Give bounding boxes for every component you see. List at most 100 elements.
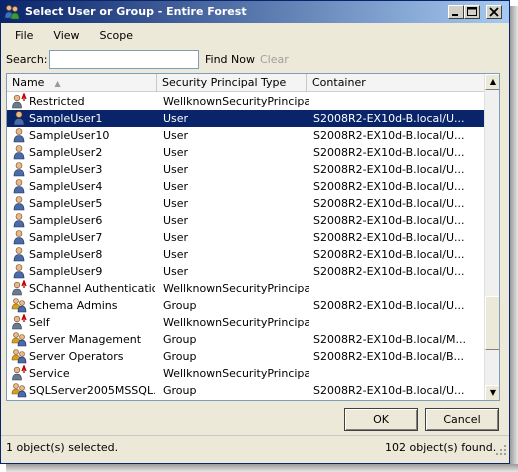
list-item[interactable]: SampleUser2 User S2008R2-EX10d-B.local/U..… [7,144,484,161]
row-type: WellknownSecurityPrincipal [163,316,309,329]
row-container: S2008R2-EX10d-B.local/U... [313,214,465,227]
list-item[interactable]: SampleUser8 User S2008R2-EX10d-B.local/U..… [7,246,484,263]
list-item[interactable]: SampleUser6 User S2008R2-EX10d-B.local/U..… [7,212,484,229]
user-icon [13,179,25,194]
window-shadow-bottom [6,464,518,472]
scroll-down-button[interactable]: ▼ [485,385,499,400]
row-type: User [163,163,189,176]
row-container: S2008R2-EX10d-B.local/U... [313,265,465,278]
row-name: SampleUser6 [29,214,103,227]
row-name: Server Operators [29,350,124,363]
list-item[interactable]: SampleUser1 User S2008R2-EX10d-B.local/U..… [7,110,484,127]
list-item[interactable]: SChannel Authentication WellknownSecurity… [7,280,484,297]
row-type: User [163,197,189,210]
row-name: Self [29,316,50,329]
row-name: SQLServer2005MSSQL... [29,384,155,397]
status-bar: 1 object(s) selected. 102 object(s) foun… [1,435,509,457]
list-item[interactable]: SQLServer2005MSOLAP... Group S2008R2-EX10d… [7,399,484,401]
wellknown-principal-icon [12,280,27,296]
menu-file[interactable]: File [5,29,43,42]
row-type: User [163,231,189,244]
list-item[interactable]: SampleUser3 User S2008R2-EX10d-B.local/U..… [7,161,484,178]
row-container: S2008R2-EX10d-B.local/U... [313,399,483,400]
maximize-button[interactable] [464,5,480,19]
list-item[interactable]: Server Operators Group S2008R2-EX10d-B.loc… [7,348,484,365]
minimize-button[interactable] [448,5,464,19]
row-type: WellknownSecurityPrincipal [163,367,309,380]
list-item[interactable]: Restricted WellknownSecurityPrincipal [7,93,484,110]
row-container: S2008R2-EX10d-B.local/U... [313,384,465,397]
row-container: S2008R2-EX10d-B.local/B... [313,350,465,363]
column-header-type[interactable]: Security Principal Type [157,74,307,92]
title-bar[interactable]: Select User or Group - Entire Forest [1,1,509,23]
column-header-container[interactable]: Container [307,74,484,92]
row-type: Group [163,333,197,346]
results-list[interactable]: Name ▲ Security Principal Type Container … [6,73,500,401]
row-container: S2008R2-EX10d-B.local/U... [313,129,465,142]
row-type: WellknownSecurityPrincipal [163,282,309,295]
row-type: Group [163,299,197,312]
user-icon [13,196,25,211]
list-item[interactable]: Service WellknownSecurityPrincipal [7,365,484,382]
list-item[interactable]: SampleUser9 User S2008R2-EX10d-B.local/U..… [7,263,484,280]
user-icon [13,230,25,245]
row-type: User [163,265,189,278]
list-item[interactable]: Server Management Group S2008R2-EX10d-B.lo… [7,331,484,348]
row-container: S2008R2-EX10d-B.local/U... [313,180,465,193]
column-header-name[interactable]: Name ▲ [7,74,157,92]
row-container: S2008R2-EX10d-B.local/U... [313,197,465,210]
row-type: User [163,214,189,227]
find-now-button[interactable]: Find Now [205,53,255,66]
row-container: S2008R2-EX10d-B.local/U... [313,231,465,244]
row-name: SampleUser1 [29,112,103,125]
close-icon [489,7,499,17]
row-container: S2008R2-EX10d-B.local/U... [313,146,465,159]
group-icon [11,349,27,364]
list-item[interactable]: SampleUser7 User S2008R2-EX10d-B.local/U..… [7,229,484,246]
user-icon [13,145,25,160]
list-item[interactable]: SampleUser10 User S2008R2-EX10d-B.local/U.… [7,127,484,144]
menu-scope[interactable]: Scope [90,29,144,42]
row-container [313,280,483,297]
column-container-label: Container [312,76,366,89]
list-item[interactable]: Self WellknownSecurityPrincipal [7,314,484,331]
group-icon [11,298,27,313]
list-item[interactable]: SampleUser4 User S2008R2-EX10d-B.local/U..… [7,178,484,195]
vertical-scrollbar[interactable]: ▲ ▼ [484,74,499,400]
row-name: SampleUser9 [29,265,103,278]
search-label: Search: [6,53,48,66]
row-name: SampleUser3 [29,163,103,176]
menu-bar: File View Scope [1,24,509,46]
row-type: User [163,146,189,159]
clear-button[interactable]: Clear [260,53,289,66]
users-app-icon [4,4,20,20]
row-container: S2008R2-EX10d-B.local/U... [313,248,465,261]
ok-button[interactable]: OK [344,408,418,431]
resize-grip-icon[interactable] [495,444,507,456]
list-item[interactable]: SampleUser5 User S2008R2-EX10d-B.local/U..… [7,195,484,212]
row-container [313,93,483,110]
user-icon [13,162,25,177]
row-type: User [163,112,189,125]
user-icon [13,111,25,126]
window-shadow-right [510,6,518,468]
minimize-icon [452,14,458,16]
menu-view[interactable]: View [43,29,89,42]
scroll-thumb[interactable] [485,296,499,350]
row-container: S2008R2-EX10d-B.local/U... [313,299,465,312]
group-icon [11,332,27,347]
column-type-label: Security Principal Type [162,76,287,89]
list-item[interactable]: Schema Admins Group S2008R2-EX10d-B.local/… [7,297,484,314]
scroll-up-button[interactable]: ▲ [485,74,499,90]
group-icon [11,399,27,401]
row-container [313,314,483,331]
search-input[interactable] [49,50,199,69]
list-rows: Restricted WellknownSecurityPrincipal Samp… [7,93,484,401]
cancel-button[interactable]: Cancel [425,408,499,431]
close-button[interactable] [486,5,502,19]
list-item[interactable]: SQLServer2005MSSQL... Group S2008R2-EX10d-… [7,382,484,399]
found-count: 102 object(s) found. [385,441,497,454]
row-container: S2008R2-EX10d-B.local/U... [313,163,465,176]
list-header: Name ▲ Security Principal Type Container [7,74,484,92]
row-name: SampleUser10 [29,129,110,142]
